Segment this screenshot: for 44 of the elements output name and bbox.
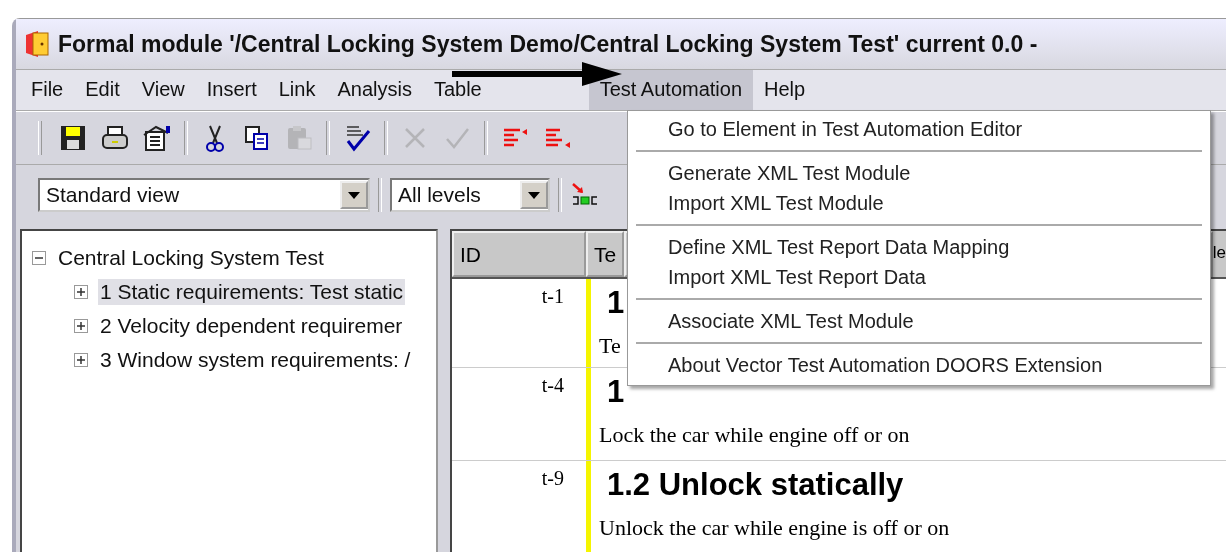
- collapse-icon[interactable]: [32, 251, 46, 265]
- menu-bar-item[interactable]: File: [20, 70, 75, 110]
- menu-item[interactable]: Import XML Test Module: [636, 189, 1202, 219]
- dropdown-arrow-icon[interactable]: [527, 190, 541, 200]
- column-header[interactable]: le: [1212, 231, 1226, 277]
- menu-bar-item[interactable]: Help: [753, 70, 817, 110]
- menu-bar-item[interactable]: View: [130, 70, 196, 110]
- window-title: Formal module '/Central Locking System Demo/Central Locking System Test' current 0.0 -: [58, 30, 1038, 58]
- dropdown-arrow-icon[interactable]: [347, 190, 361, 200]
- object-heading: 1: [607, 285, 625, 321]
- menu-item[interactable]: Go to Element in Test Automation Editor: [636, 115, 1202, 145]
- menu-item[interactable]: Import XML Test Report Data: [636, 263, 1202, 293]
- expand-icon[interactable]: [74, 353, 88, 367]
- menu-bar-item[interactable]: Analysis: [326, 70, 423, 110]
- menu-bar-item[interactable]: Edit: [74, 70, 131, 110]
- view-dropdown[interactable]: Standard view: [38, 178, 370, 212]
- object-heading: 1.2 Unlock statically: [607, 467, 904, 503]
- object-text: Te: [599, 333, 621, 359]
- object-text: Unlock the car while engine is off or on: [599, 515, 950, 541]
- expand-icon[interactable]: [74, 319, 88, 333]
- tree-item[interactable]: 2 Velocity dependent requiremer: [98, 313, 405, 339]
- object-text: Lock the car while engine off or on: [599, 422, 910, 448]
- menu-bar-item[interactable]: Table: [422, 70, 493, 110]
- menu-bar-item[interactable]: Link: [267, 70, 327, 110]
- column-header[interactable]: ID: [452, 231, 586, 277]
- object-id: t-9: [540, 466, 565, 491]
- expand-icon[interactable]: [74, 285, 88, 299]
- menu-bar-item[interactable]: Insert: [195, 70, 268, 110]
- menu-item[interactable]: Associate XML Test Module: [636, 307, 1202, 337]
- app-logo-icon[interactable]: [24, 29, 50, 59]
- object-id: t-4: [540, 373, 565, 398]
- save-icon[interactable]: [58, 123, 88, 153]
- object-id: t-1: [540, 284, 565, 309]
- levels-dropdown[interactable]: All levels: [390, 178, 550, 212]
- tree-item[interactable]: 1 Static requirements: Test static: [98, 279, 406, 305]
- tree-item[interactable]: 3 Window system requirements: /: [98, 347, 413, 373]
- tree-item[interactable]: Central Locking System Test: [56, 245, 326, 271]
- document-list-icon[interactable]: [142, 123, 172, 153]
- object-heading: 1: [607, 374, 625, 410]
- column-header[interactable]: Te: [586, 231, 625, 277]
- menu-item[interactable]: About Vector Test Automation DOORS Extension: [636, 351, 1202, 381]
- menu-bar-item[interactable]: Test Automation: [588, 70, 754, 110]
- insert-link-icon[interactable]: [570, 182, 600, 208]
- menu-item[interactable]: Generate XML Test Module: [636, 159, 1202, 189]
